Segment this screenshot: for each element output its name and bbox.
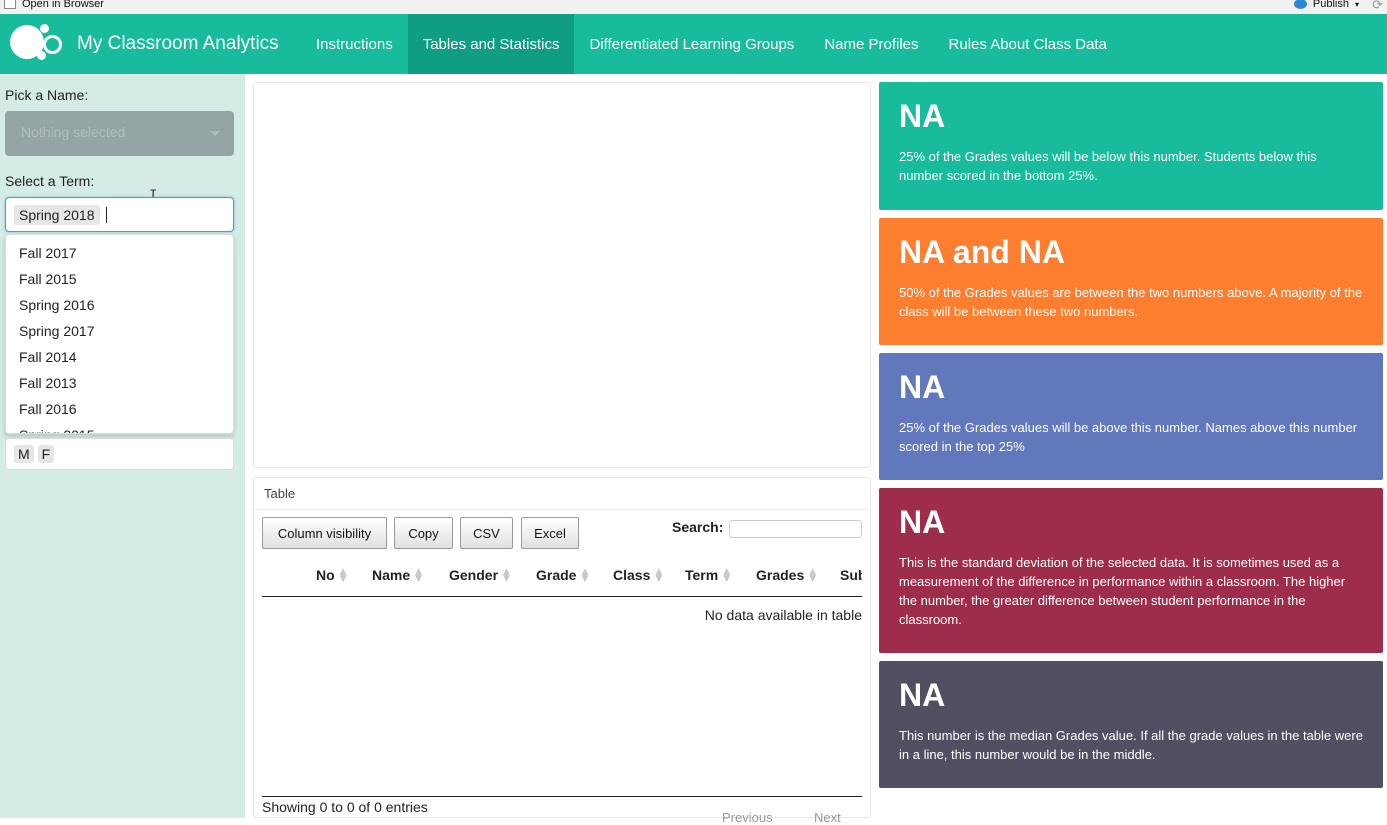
value-box-median: NA This number is the median Grades valu…	[879, 661, 1383, 788]
empty-table-text: No data available in table	[704, 607, 862, 623]
csv-button[interactable]: CSV	[460, 517, 513, 549]
term-chip[interactable]: Spring 2018	[14, 204, 100, 225]
stat-value: NA	[899, 98, 946, 134]
name-select[interactable]: Nothing selected	[5, 111, 234, 156]
publish-button[interactable]: Publish ▾	[1293, 0, 1359, 10]
column-header-label: Grades	[756, 567, 805, 583]
empty-table-message: No data available in table	[262, 607, 862, 627]
publish-label: Publish	[1312, 0, 1349, 10]
term-option[interactable]: Fall 2017	[6, 240, 233, 266]
column-header-label: Gender	[449, 567, 499, 583]
navbar: My Classroom Analytics Instructions Tabl…	[0, 14, 1387, 74]
column-header-class[interactable]: Class ▲ ▼	[613, 567, 663, 585]
table-info: Showing 0 to 0 of 0 entries	[262, 799, 428, 815]
column-header-term[interactable]: Term ▲ ▼	[685, 567, 731, 585]
gender-chip[interactable]: F	[37, 445, 55, 463]
stat-value: NA	[899, 504, 946, 540]
term-option[interactable]: Spring 2016	[6, 292, 233, 318]
app-title: My Classroom Analytics	[77, 33, 279, 54]
term-option[interactable]: Spring 2017	[6, 318, 233, 344]
stat-description: 25% of the Grades values will be above t…	[899, 420, 1358, 454]
column-visibility-button[interactable]: Column visibility	[262, 517, 387, 549]
sort-icon: ▲ ▼	[655, 567, 663, 585]
term-option[interactable]: Spring 2015	[6, 422, 233, 433]
sort-icon: ▲ ▼	[503, 567, 510, 585]
sort-icon: ▲ ▼	[581, 567, 589, 585]
stat-description: 50% of the Grades values are between the…	[899, 285, 1363, 319]
stat-value: NA	[899, 677, 946, 713]
term-option[interactable]: Fall 2016	[6, 396, 233, 422]
text-caret	[105, 206, 107, 223]
sort-icon: ▲ ▼	[339, 567, 347, 585]
search-label: Search:	[672, 519, 724, 535]
term-option[interactable]: Fall 2013	[6, 370, 233, 396]
stat-description: This is the standard deviation of the se…	[899, 555, 1346, 627]
gender-chip[interactable]: M	[14, 445, 34, 463]
stat-value: NA and NA	[899, 234, 1065, 270]
sort-icon: ▲ ▼	[415, 567, 423, 585]
caret-down-icon	[210, 131, 220, 136]
column-header-gender[interactable]: Gender ▲ ▼	[449, 567, 510, 585]
sort-icon: ▲ ▼	[809, 567, 817, 585]
open-in-browser-label: Open in Browser	[22, 0, 104, 10]
value-box-first-quartile: NA 25% of the Grades values will be belo…	[879, 82, 1383, 210]
tab-tables-and-statistics[interactable]: Tables and Statistics	[407, 14, 575, 74]
stat-description: This number is the median Grades value. …	[899, 728, 1363, 762]
column-header-no[interactable]: No ▲ ▼	[316, 567, 347, 585]
column-header-label: Class	[613, 567, 651, 583]
stat-value: NA	[899, 369, 946, 405]
term-select-label: Select a Term:	[5, 173, 95, 189]
publish-icon	[1293, 0, 1307, 9]
column-header-label: Grade	[536, 567, 577, 583]
column-header-label: Name	[372, 567, 411, 583]
column-header-grades[interactable]: Grades ▲ ▼	[756, 567, 817, 585]
term-option[interactable]: Fall 2014	[6, 344, 233, 370]
bubbles-logo-icon	[10, 21, 68, 67]
tab-rules-about-class-data[interactable]: Rules About Class Data	[934, 14, 1122, 74]
tab-instructions[interactable]: Instructions	[301, 14, 408, 74]
value-box-third-quartile: NA 25% of the Grades values will be abov…	[879, 353, 1383, 480]
column-header-name[interactable]: Name ▲ ▼	[372, 567, 423, 585]
copy-button[interactable]: Copy	[394, 517, 453, 549]
search-input[interactable]	[729, 520, 862, 538]
value-box-standard-deviation: NA This is the standard deviation of the…	[879, 488, 1383, 653]
tab-name-profiles[interactable]: Name Profiles	[809, 14, 933, 74]
column-header-sub[interactable]: Sub	[840, 567, 862, 583]
term-option[interactable]: Fall 2015	[6, 266, 233, 292]
stat-description: 25% of the Grades values will be below t…	[899, 149, 1317, 183]
column-header-label: Term	[685, 567, 719, 583]
name-select-label: Pick a Name:	[5, 87, 89, 103]
column-header-label: No	[316, 567, 335, 583]
gender-select-input[interactable]: M F	[5, 438, 234, 470]
term-dropdown[interactable]: Fall 2017 Fall 2015 Spring 2016 Spring 2…	[5, 234, 234, 434]
plot-area	[253, 82, 871, 468]
name-select-placeholder: Nothing selected	[21, 124, 126, 140]
chevron-down-icon: ▾	[1354, 0, 1359, 9]
excel-button[interactable]: Excel	[521, 517, 579, 549]
refresh-icon[interactable]: ⟳	[1372, 0, 1383, 13]
table-panel-title: Table	[254, 478, 870, 510]
column-header-label: Sub	[840, 567, 862, 583]
table-header: No ▲ ▼ Name ▲ ▼ Gender ▲ ▼ Grade ▲ ▼ Class ▲ ▼ Ter…	[262, 562, 862, 597]
window-icon	[4, 0, 16, 9]
table-footer-divider	[262, 796, 862, 797]
tab-differentiated-learning-groups[interactable]: Differentiated Learning Groups	[574, 14, 809, 74]
viewer-toolbar: Open in Browser Publish ▾ ⟳	[0, 0, 1387, 14]
open-in-browser-button[interactable]: Open in Browser	[4, 0, 104, 10]
column-header-grade[interactable]: Grade ▲ ▼	[536, 567, 589, 585]
brand[interactable]: My Classroom Analytics	[0, 14, 301, 74]
sort-icon: ▲ ▼	[723, 567, 731, 585]
value-box-interquartile: NA and NA 50% of the Grades values are b…	[879, 218, 1383, 345]
term-select-input[interactable]: Spring 2018	[5, 197, 234, 232]
